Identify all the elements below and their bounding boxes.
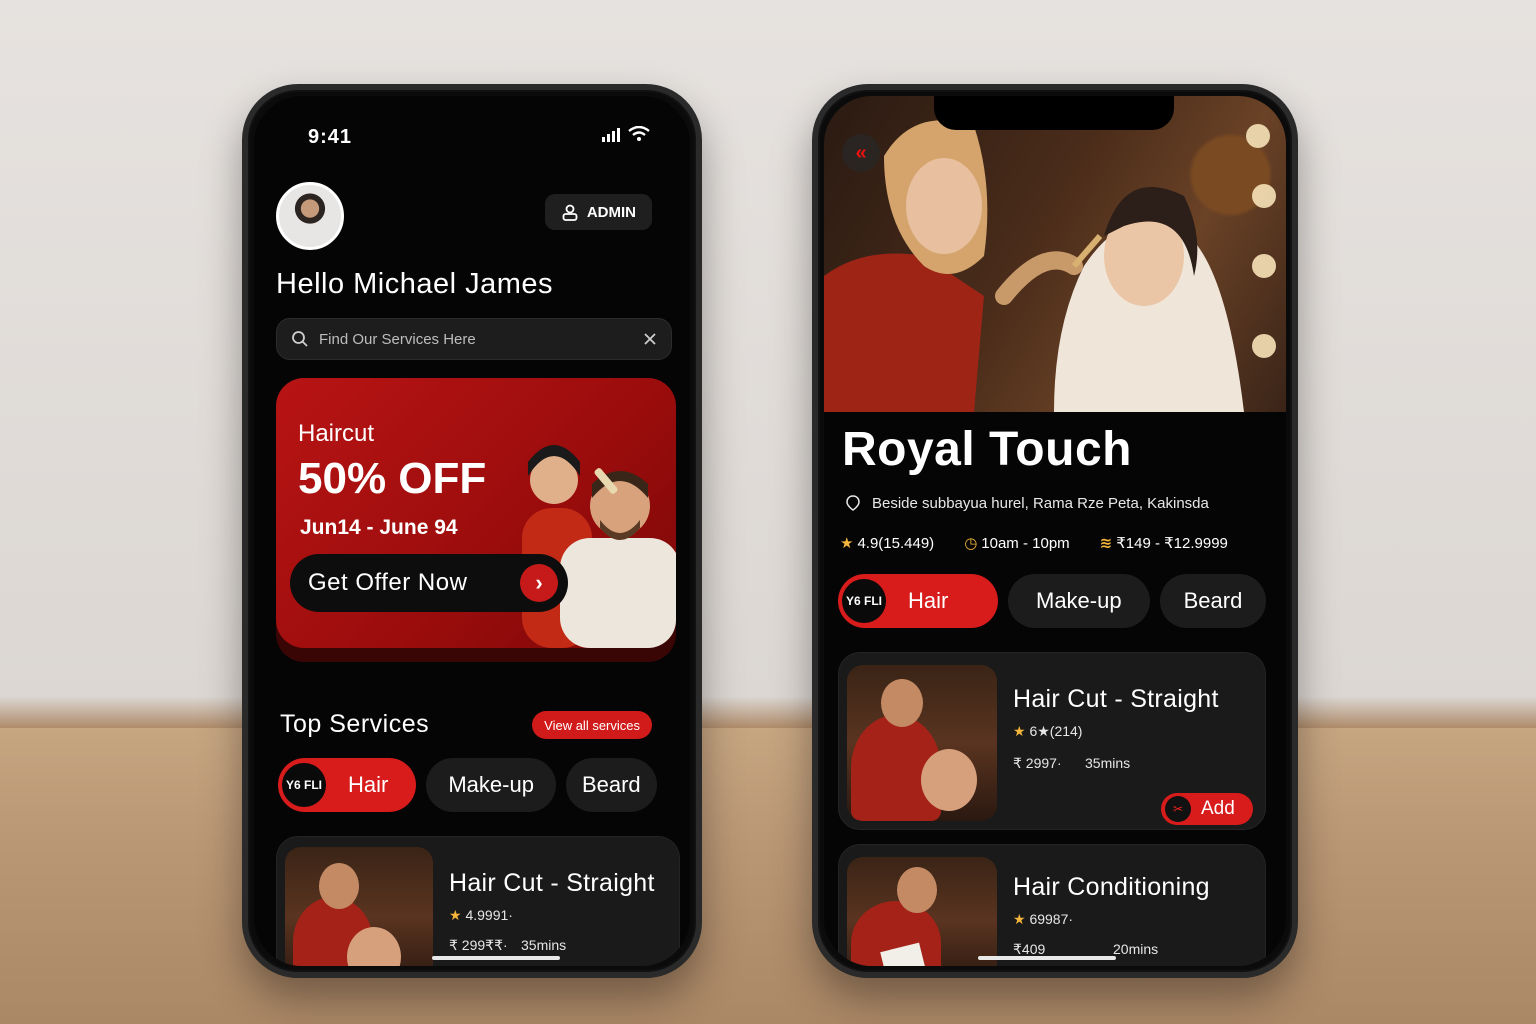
top-services-title: Top Services: [280, 710, 430, 738]
wifi-icon: [628, 126, 650, 141]
search-bar[interactable]: Find Our Services Here: [276, 318, 672, 360]
salon-screen: « Royal Touch Beside subbayua hurel, Ram…: [824, 96, 1286, 966]
phone-salon-screen: « Royal Touch Beside subbayua hurel, Ram…: [812, 84, 1298, 978]
promo-kicker: Haircut: [298, 420, 375, 447]
tab-hair[interactable]: Y6 FLI Hair: [838, 574, 998, 628]
service-title: Hair Cut - Straight: [1013, 685, 1219, 713]
promo-photo: [522, 445, 676, 648]
address-text: Beside subbayua hurel, Rama Rze Peta, Ka…: [872, 494, 1209, 512]
tab-hair[interactable]: Y6 FLI Hair: [278, 758, 417, 812]
view-all-services-button[interactable]: View all services: [532, 711, 652, 739]
home-screen: 9:41 ADMIN Hello Michael James Find Our …: [254, 96, 690, 966]
service-rating: ★ 69987·: [1013, 911, 1073, 928]
service-card-haircut[interactable]: Hair Cut - Straight ★ 6★(214) ₹ 2997· 35…: [838, 652, 1266, 830]
service-price: ₹ 299₹₹·: [449, 937, 508, 953]
star-icon: ★: [449, 907, 462, 923]
search-input[interactable]: Find Our Services Here: [319, 331, 633, 348]
tab-hair-label: Hair: [908, 588, 949, 613]
service-title: Hair Cut - Straight: [449, 869, 655, 897]
phone-home-screen: 9:41 ADMIN Hello Michael James Find Our …: [242, 84, 702, 978]
tab-makeup[interactable]: Make-up: [426, 758, 556, 812]
user-avatar[interactable]: [276, 182, 344, 250]
camera-notch: [934, 96, 1174, 130]
cart-icon: ✂: [1165, 796, 1191, 822]
close-icon[interactable]: [643, 332, 657, 346]
service-duration: 35mins: [521, 937, 567, 953]
chevron-right-icon: ›: [520, 564, 558, 602]
tab-makeup-label: Make-up: [1036, 588, 1122, 613]
service-thumbnail: [285, 847, 433, 966]
conditioning-thumbnail: [847, 857, 997, 966]
wooden-table: [0, 728, 1536, 1024]
admin-label: ADMIN: [586, 203, 636, 221]
hair-logo-icon: Y6 FLI: [842, 579, 886, 623]
admin-button[interactable]: ADMIN: [544, 194, 652, 230]
salon-price-range: ≋ ₹149 - ₹12.9999: [1100, 534, 1228, 552]
location-pin-icon: [846, 495, 860, 511]
tab-beard[interactable]: Beard: [1159, 574, 1267, 628]
haircut-thumbnail: [847, 665, 997, 821]
service-price: ₹ 2997·: [1013, 755, 1062, 771]
user-icon: [562, 204, 578, 221]
clock-icon: ◷: [964, 535, 978, 552]
star-icon: ★: [1013, 723, 1026, 739]
salon-address: Beside subbayua hurel, Rama Rze Peta, Ka…: [844, 494, 1209, 512]
rating-value: 69987·: [1029, 911, 1074, 927]
salon-name: Royal Touch: [842, 423, 1132, 476]
signal-icon: [602, 128, 620, 142]
greeting-text: Hello Michael James: [276, 268, 554, 300]
tab-hair-label: Hair: [348, 772, 389, 797]
service-rating: ★ 6★(214): [1013, 723, 1082, 740]
home-indicator: [432, 956, 560, 960]
chevron-left-icon: «: [855, 141, 867, 164]
salon-hours: ◷ 10am - 10pm: [964, 534, 1069, 552]
tab-makeup-label: Make-up: [448, 772, 534, 797]
tab-beard-label: Beard: [581, 772, 641, 797]
home-indicator: [978, 956, 1116, 960]
service-duration: 35mins: [1085, 755, 1131, 771]
category-tabs: Y6 FLI Hair Make-up Beard: [838, 574, 1267, 628]
category-tabs: Y6 FLI Hair Make-up Beard: [278, 758, 657, 812]
add-button[interactable]: ✂ Add: [1161, 793, 1253, 825]
rating-value: 4.9991·: [465, 907, 513, 923]
back-button[interactable]: «: [842, 134, 880, 172]
rating-value: 6★(214): [1029, 723, 1083, 739]
service-rating: ★ 4.9991·: [449, 907, 513, 924]
salon-rating-value: 4.9(15.449): [857, 535, 935, 552]
service-title: Hair Conditioning: [1013, 873, 1210, 901]
promo-dates: Jun14 - June 94: [300, 516, 458, 539]
star-icon: ★: [840, 535, 854, 552]
service-card[interactable]: Hair Cut - Straight ★ 4.9991· ₹ 299₹₹· 3…: [276, 836, 680, 966]
salon-hours-value: 10am - 10pm: [981, 535, 1070, 552]
get-offer-label: Get Offer Now: [308, 569, 468, 596]
tab-beard-label: Beard: [1183, 588, 1243, 613]
promo-banner[interactable]: Haircut 50% OFF Jun14 - June 94 Get Offe…: [276, 378, 676, 648]
salon-hero-photo: [824, 96, 1286, 412]
get-offer-button[interactable]: Get Offer Now ›: [290, 554, 568, 612]
coins-icon: ≋: [1099, 535, 1113, 552]
service-card-conditioning[interactable]: Hair Conditioning ★ 69987· ₹409 20mins: [838, 844, 1266, 966]
makeup-photo: [824, 120, 1276, 412]
tab-makeup[interactable]: Make-up: [1008, 574, 1150, 628]
status-time: 9:41: [308, 126, 353, 148]
salon-price-value: ₹149 - ₹12.9999: [1116, 535, 1228, 552]
status-icons: [602, 126, 650, 142]
search-icon: [292, 331, 308, 347]
hair-logo-icon: Y6 FLI: [282, 763, 326, 807]
service-duration: 20mins: [1113, 941, 1159, 957]
tab-beard[interactable]: Beard: [565, 758, 657, 812]
star-icon: ★: [1013, 911, 1026, 927]
salon-rating: ★ 4.9(15.449): [840, 534, 934, 552]
add-label: Add: [1201, 798, 1235, 819]
promo-title: 50% OFF: [298, 454, 487, 503]
salon-info-row: ★ 4.9(15.449) ◷ 10am - 10pm ≋ ₹149 - ₹12.99…: [840, 534, 1228, 552]
